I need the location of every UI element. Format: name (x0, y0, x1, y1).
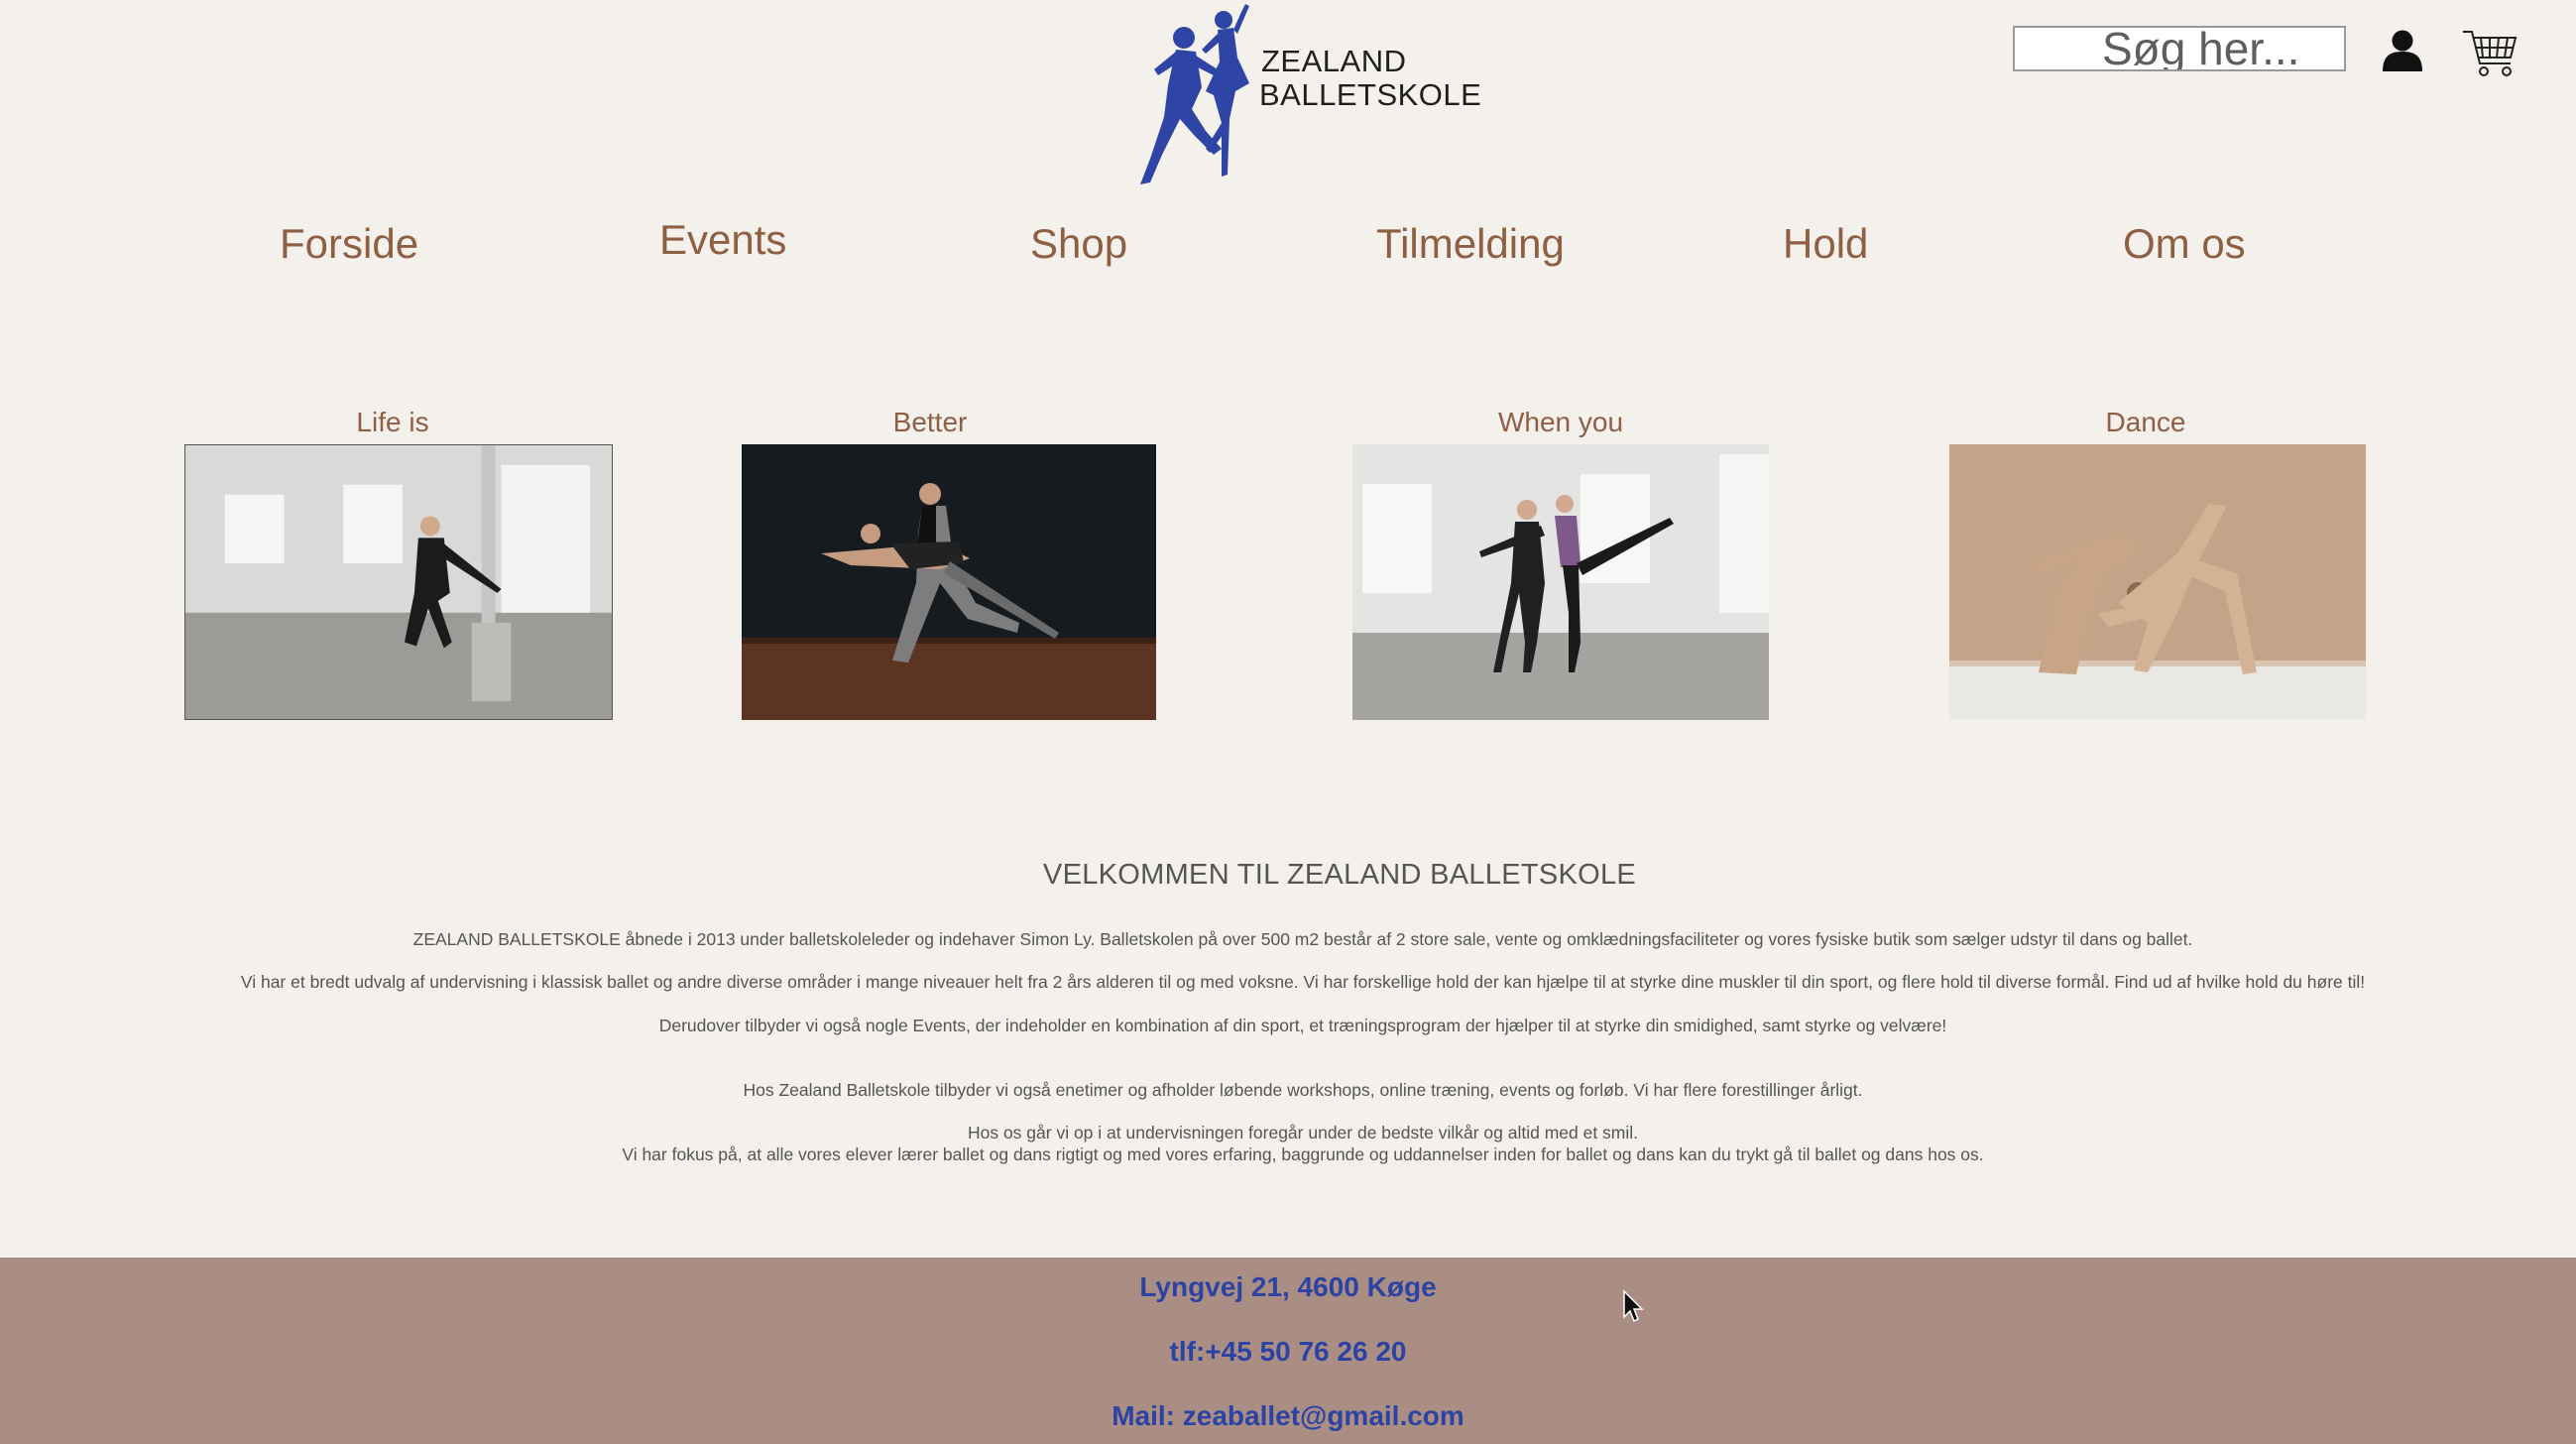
user-icon[interactable] (2378, 26, 2427, 75)
footer-address: Lyngvej 21, 4600 Køge (1139, 1271, 1437, 1302)
ballet-dancers-logo-icon (1140, 4, 1249, 184)
mouse-cursor-icon (1622, 1289, 1646, 1325)
gallery-caption: When you (1497, 407, 1624, 437)
ballet-duo-studio-photo (1352, 444, 1769, 720)
nav-item-shop[interactable]: Shop (1030, 220, 1127, 268)
nav-item-tilmelding[interactable]: Tilmelding (1376, 220, 1565, 268)
welcome-paragraph: Derudover tilbyder vi også nogle Events,… (658, 1016, 1947, 1035)
footer-mail[interactable]: Mail: zeaballet@gmail.com (0, 1400, 2576, 1432)
footer-phone[interactable]: tlf:+45 50 76 26 20 (0, 1336, 2576, 1368)
logo-text-line2: BALLETSKOLE (1259, 77, 1482, 112)
welcome-paragraph: Hos os går vi op i at undervisningen for… (967, 1123, 1639, 1143)
welcome-paragraph: Vi har et bredt udvalg af undervisning i… (240, 972, 2366, 992)
gallery-caption: Life is (356, 407, 429, 437)
nav-item-events[interactable]: Events (659, 216, 786, 264)
search-input[interactable] (2013, 26, 2346, 71)
gallery-caption: Dance (2105, 407, 2186, 437)
welcome-paragraph: Hos Zealand Balletskole tilbyder vi også… (743, 1080, 1863, 1100)
shopping-cart-icon[interactable] (2461, 26, 2518, 81)
nav-item-om-os[interactable]: Om os (2123, 220, 2246, 268)
gallery-caption: Better (892, 407, 968, 437)
nav-item-forside[interactable]: Forside (280, 220, 418, 268)
welcome-paragraph: ZEALAND BALLETSKOLE åbnede i 2013 under … (412, 929, 2193, 949)
footer: Lyngvej 21, 4600 Køge tlf:+45 50 76 26 2… (0, 1258, 2576, 1444)
nav-item-hold[interactable]: Hold (1783, 220, 1868, 268)
welcome-title: VELKOMMEN TIL ZEALAND BALLETSKOLE (1042, 859, 1637, 891)
dancer-studio-photo (184, 444, 613, 720)
dance-couple-photo (742, 444, 1156, 720)
logo[interactable]: ZEALAND BALLETSKOLE (1111, 0, 1481, 188)
contortion-dancers-photo (1949, 444, 2366, 720)
welcome-paragraph: Vi har fokus på, at alle vores elever læ… (622, 1144, 1984, 1164)
logo-text-line1: ZEALAND (1261, 44, 1407, 78)
